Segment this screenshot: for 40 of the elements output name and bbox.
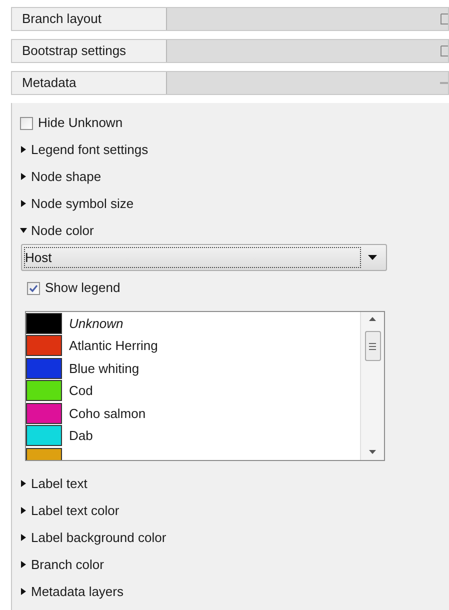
legend-label[interactable]: Atlantic Herring [69, 336, 158, 356]
checkbox[interactable] [20, 116, 33, 130]
scrollbar[interactable] [360, 312, 384, 460]
triangle-right-icon [20, 588, 27, 595]
section-toggle[interactable]: Label text [20, 470, 88, 497]
section-toggle[interactable]: Branch color [20, 551, 104, 578]
window-icon [440, 13, 448, 25]
checkbox-label: Hide Unknown [38, 114, 123, 132]
minus-icon [440, 81, 448, 85]
legend-label[interactable]: Cod [69, 381, 93, 400]
dropdown[interactable]: Host [21, 244, 387, 271]
panel-header[interactable]: Metadata [11, 71, 449, 95]
triangle-down-icon [20, 227, 27, 234]
section-toggle[interactable]: Metadata layers [20, 578, 124, 605]
caret-icon [368, 255, 377, 260]
triangle-right-icon [20, 146, 27, 153]
triangle-right-icon [20, 561, 27, 568]
legend-label[interactable]: Unknown [69, 314, 124, 333]
triangle-right-icon [20, 173, 27, 180]
triangle-right-icon [20, 200, 27, 207]
section-toggle[interactable]: Label background color [20, 524, 166, 551]
checkbox-label: Show legend [45, 279, 120, 298]
section-toggle[interactable]: Node symbol size [20, 190, 134, 217]
panel-header[interactable]: Bootstrap settings [11, 39, 449, 63]
scroll-up-icon [369, 317, 376, 321]
scroll-down-icon [369, 450, 376, 454]
panel-header[interactable]: Branch layout [11, 7, 449, 31]
section-toggle[interactable]: Legend font settings [20, 136, 148, 163]
legend-label[interactable]: Dab [69, 426, 93, 446]
scroll-thumb[interactable] [364, 331, 380, 361]
legend-label[interactable]: Coho salmon [69, 404, 146, 423]
triangle-right-icon [20, 507, 27, 514]
section-toggle[interactable]: Label text color [20, 497, 120, 524]
triangle-right-icon [20, 480, 27, 487]
section-toggle[interactable]: Node color [20, 217, 94, 244]
section-toggle[interactable]: Node shape [20, 163, 102, 190]
triangle-right-icon [20, 534, 27, 541]
checkbox[interactable] [27, 282, 40, 294]
legend-label[interactable]: Blue whiting [69, 358, 140, 378]
window-icon [440, 45, 448, 57]
